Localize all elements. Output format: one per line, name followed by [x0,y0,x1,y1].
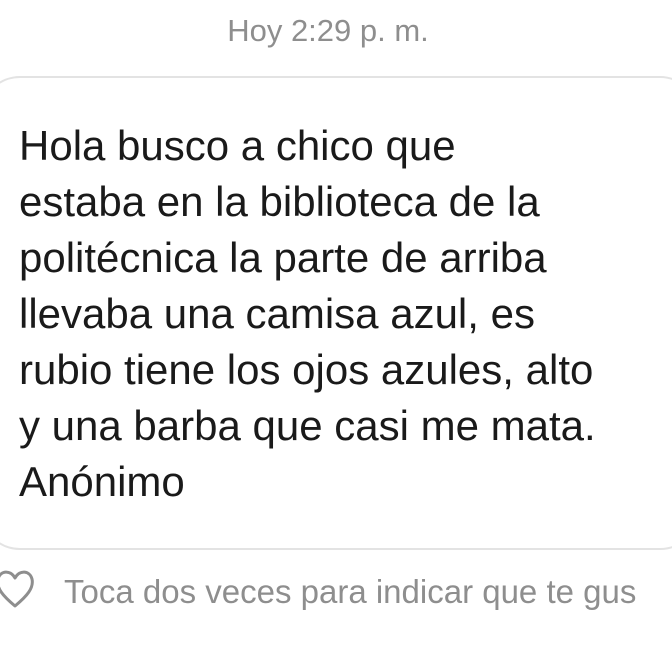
message-line: Hola busco a chico que [19,122,456,169]
double-tap-like-hint: Toca dos veces para indicar que te gus [64,573,637,610]
message-line: Anónimo [19,458,185,505]
message-line: rubio tiene los ojos azules, alto [19,346,594,393]
message-line: y una barba que casi me mata. [19,402,596,449]
message-line: estaba en la biblioteca de la [19,178,540,225]
heart-outline-icon[interactable] [0,566,36,612]
message-line: llevaba una camisa azul, es [19,290,535,337]
message-line: politécnica la parte de arriba [19,234,547,281]
message-text: Hola busco a chico que estaba en la bibli… [19,118,672,510]
message-timestamp: Hoy 2:29 p. m. [227,13,429,48]
